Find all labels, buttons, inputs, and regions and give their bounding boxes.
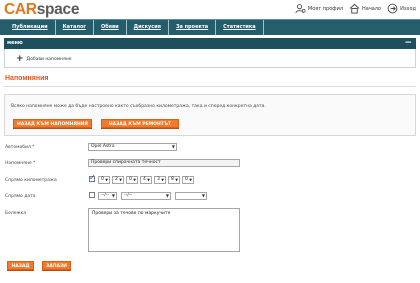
logout-link[interactable]: Изход [387,3,416,14]
divider [4,86,416,87]
top-links: Моят профил Начало Изход [295,2,416,15]
info-box: Всяко напомняне може да бъде настроено к… [4,94,416,136]
km-digit-7[interactable]: 0 ▼ [182,176,194,184]
chevron-down-icon: ▼ [165,193,169,198]
nav-item-about[interactable]: За проекта [169,20,217,35]
chevron-down-icon: ▼ [171,144,175,149]
km-digit-3[interactable]: 0 ▼ [126,176,138,184]
date-checkbox[interactable] [89,192,95,198]
back-to-reminders-button[interactable]: НАЗАД КЪМ НАПОМНЯНИЯ [13,119,92,128]
home-link-label: Начало [362,5,382,12]
collapse-icon[interactable]: − [404,38,412,48]
main-nav: Публикации Каталог Обяви Дискусия За про… [0,19,420,35]
date-label: Спрямо дата [5,194,36,199]
info-text: Всяко напомняне може да бъде настроено к… [11,104,266,109]
chevron-down-icon: ▼ [105,178,108,182]
nav-item-statistics[interactable]: Статистика [216,20,264,35]
menu-title: меню [7,40,23,46]
user-gear-icon [295,4,306,14]
date-year-select[interactable]: ▼ [175,192,207,200]
km-digit-4-value: 4 [143,177,146,182]
add-reminder-link[interactable]: + Добави напомняне [16,54,72,64]
save-button[interactable]: ЗАПАЗИ [42,261,71,270]
km-digit-2[interactable]: 2 ▼ [112,176,124,184]
profile-link-label: Моят профил [307,5,344,12]
add-reminder-label: Добави напомняне [26,56,72,62]
km-label: Спрямо километража [5,178,57,183]
date-day-select[interactable]: --/-- ▼ [98,192,117,200]
nav-item-discussion[interactable]: Дискусия [127,20,169,35]
nav-item-ads[interactable]: Обяви [94,20,127,35]
car-select[interactable]: Opel Astra ▼ [88,143,177,151]
chevron-down-icon: ▼ [175,178,178,182]
km-digit-1[interactable]: 0 ▼ [98,176,110,184]
km-digit-3-value: 0 [129,177,132,182]
date-day-value: --/-- [101,193,110,198]
back-to-repairs-button[interactable]: НАЗАД КЪМ РЕМОНТЪТ [101,119,179,128]
page-title: Напомняния [5,75,49,82]
chevron-down-icon: ▼ [161,178,164,182]
nav-item-catalog[interactable]: Каталог [56,20,95,35]
km-digit-6[interactable]: 8 ▼ [168,176,180,184]
profile-link[interactable]: Моят профил [295,3,343,14]
km-digit-4[interactable]: 4 ▼ [140,176,152,184]
km-checkbox[interactable]: ✓ [89,173,96,182]
back-button[interactable]: НАЗАД [7,261,34,270]
logo[interactable]: CARspace [4,1,79,19]
plus-icon: + [16,54,24,64]
notes-label: Бележка [5,211,27,216]
menu-header: меню − [4,38,416,49]
date-month-select[interactable]: --/-- ▼ [121,192,171,200]
km-digit-1-value: 0 [101,177,104,182]
logo-space: space [36,1,80,18]
reminder-label: Напомняне * [5,161,36,166]
nav-item-publications[interactable]: Публикации [0,20,56,35]
car-select-value: Opel Astra [91,144,115,149]
logo-car: CAR [4,1,37,18]
logout-link-label: Изход [400,5,416,12]
chevron-down-icon: ▼ [201,193,205,198]
menu-panel: + Добави напомняне [4,49,416,68]
chevron-down-icon: ▼ [111,193,115,198]
car-label: Автомобил * [5,145,35,150]
chevron-down-icon: ▼ [119,178,122,182]
checkmark-icon: ✓ [89,173,96,182]
km-digit-2-value: 2 [115,177,118,182]
chevron-down-icon: ▼ [133,178,136,182]
date-month-value: --/-- [124,193,133,198]
km-digit-5[interactable]: 3 ▼ [154,176,166,184]
chevron-down-icon: ▼ [147,178,150,182]
km-digit-7-value: 0 [185,177,188,182]
logout-icon [387,3,398,14]
chevron-down-icon: ▼ [189,178,192,182]
reminder-input[interactable]: Провери спирачната течност [88,159,240,167]
home-icon [349,3,360,14]
km-digit-6-value: 8 [171,177,174,182]
km-digit-5-value: 3 [157,177,160,182]
notes-textarea[interactable]: Провери за течове по маркучите [88,208,240,252]
home-link[interactable]: Начало [349,3,381,14]
